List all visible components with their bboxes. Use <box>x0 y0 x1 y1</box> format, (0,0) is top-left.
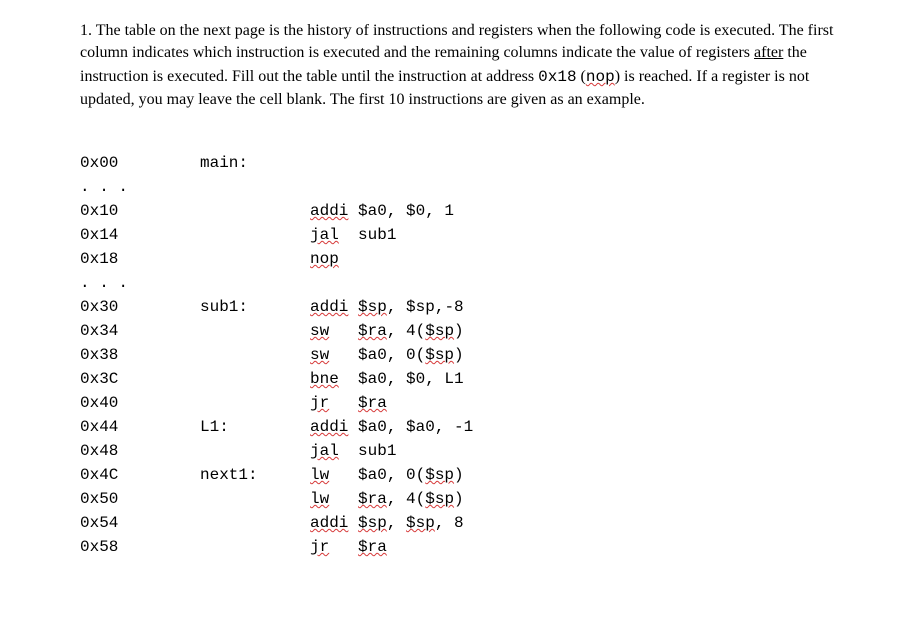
label <box>200 511 310 535</box>
address: 0x30 <box>80 295 200 319</box>
address: 0x38 <box>80 343 200 367</box>
code-row: 0x44L1:addi $a0, $a0, -1 <box>80 415 836 439</box>
label <box>200 271 310 295</box>
question-paragraph: 1. The table on the next page is the his… <box>80 20 836 111</box>
label <box>200 223 310 247</box>
label <box>200 247 310 271</box>
code-row: 0x48 jal sub1 <box>80 439 836 463</box>
address: 0x18 <box>80 247 200 271</box>
question-text-after: after <box>754 44 783 61</box>
label <box>200 367 310 391</box>
instruction <box>310 175 836 199</box>
label <box>200 199 310 223</box>
code-row: 0x40 jr $ra <box>80 391 836 415</box>
address: 0x54 <box>80 511 200 535</box>
instruction <box>310 271 836 295</box>
label <box>200 343 310 367</box>
instruction: sw $a0, 0($sp) <box>310 343 836 367</box>
code-row: 0x10 addi $a0, $0, 1 <box>80 199 836 223</box>
question-nop: nop <box>586 68 615 86</box>
code-row: . . . <box>80 175 836 199</box>
address: 0x4C <box>80 463 200 487</box>
address: 0x44 <box>80 415 200 439</box>
address: 0x14 <box>80 223 200 247</box>
instruction: nop <box>310 247 836 271</box>
address: 0x50 <box>80 487 200 511</box>
label: L1: <box>200 415 310 439</box>
question-number: 1. <box>80 22 92 39</box>
instruction: jal sub1 <box>310 223 836 247</box>
code-row: 0x34 sw $ra, 4($sp) <box>80 319 836 343</box>
instruction: addi $a0, $a0, -1 <box>310 415 836 439</box>
address: 0x3C <box>80 367 200 391</box>
code-row: 0x14 jal sub1 <box>80 223 836 247</box>
code-row: 0x58 jr $ra <box>80 535 836 559</box>
instruction: addi $a0, $0, 1 <box>310 199 836 223</box>
label <box>200 175 310 199</box>
label <box>200 391 310 415</box>
label: next1: <box>200 463 310 487</box>
code-row: 0x3C bne $a0, $0, L1 <box>80 367 836 391</box>
instruction: jr $ra <box>310 391 836 415</box>
question-text-3: ( <box>577 68 586 85</box>
instruction: lw $ra, 4($sp) <box>310 487 836 511</box>
address: . . . <box>80 271 200 295</box>
code-row: 0x50 lw $ra, 4($sp) <box>80 487 836 511</box>
instruction: sw $ra, 4($sp) <box>310 319 836 343</box>
label <box>200 487 310 511</box>
address: 0x34 <box>80 319 200 343</box>
label <box>200 319 310 343</box>
address: 0x00 <box>80 151 200 175</box>
address: . . . <box>80 175 200 199</box>
label: main: <box>200 151 310 175</box>
code-listing: 0x00main:. . .0x10addi $a0, $0, 10x14jal… <box>80 151 836 559</box>
label: sub1: <box>200 295 310 319</box>
code-row: . . . <box>80 271 836 295</box>
instruction: jal sub1 <box>310 439 836 463</box>
label <box>200 535 310 559</box>
instruction: bne $a0, $0, L1 <box>310 367 836 391</box>
code-row: 0x4Cnext1:lw $a0, 0($sp) <box>80 463 836 487</box>
instruction: addi $sp, $sp,-8 <box>310 295 836 319</box>
instruction: lw $a0, 0($sp) <box>310 463 836 487</box>
label <box>200 439 310 463</box>
code-row: 0x00main: <box>80 151 836 175</box>
address: 0x10 <box>80 199 200 223</box>
instruction: addi $sp, $sp, 8 <box>310 511 836 535</box>
question-addr: 0x18 <box>538 68 576 86</box>
code-row: 0x18 nop <box>80 247 836 271</box>
question-text-1: The table on the next page is the histor… <box>80 22 833 61</box>
instruction <box>310 151 836 175</box>
code-row: 0x38 sw $a0, 0($sp) <box>80 343 836 367</box>
address: 0x40 <box>80 391 200 415</box>
code-row: 0x30sub1:addi $sp, $sp,-8 <box>80 295 836 319</box>
instruction: jr $ra <box>310 535 836 559</box>
code-row: 0x54 addi $sp, $sp, 8 <box>80 511 836 535</box>
address: 0x58 <box>80 535 200 559</box>
address: 0x48 <box>80 439 200 463</box>
